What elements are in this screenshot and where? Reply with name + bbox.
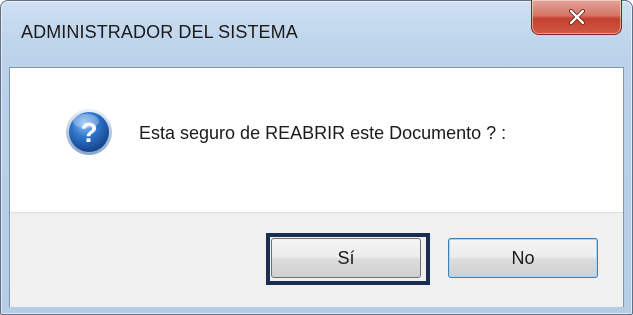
close-x-icon xyxy=(568,9,586,25)
dialog-window: ADMINISTRADOR DEL SISTEMA ? Esta seguro … xyxy=(0,0,633,315)
yes-button[interactable]: Sí xyxy=(271,238,421,278)
close-button[interactable] xyxy=(531,0,622,35)
question-icon: ? xyxy=(65,108,113,156)
message-text: Esta seguro de REABRIR este Documento ? … xyxy=(139,123,507,143)
window-title: ADMINISTRADOR DEL SISTEMA xyxy=(21,22,298,42)
button-area: Sí No xyxy=(10,212,623,307)
no-button[interactable]: No xyxy=(448,238,598,278)
svg-text:?: ? xyxy=(80,117,97,148)
dialog-client-area: ? Esta seguro de REABRIR este Documento … xyxy=(9,67,624,307)
title-bar[interactable]: ADMINISTRADOR DEL SISTEMA xyxy=(1,0,632,67)
message-area: ? Esta seguro de REABRIR este Documento … xyxy=(10,68,623,212)
